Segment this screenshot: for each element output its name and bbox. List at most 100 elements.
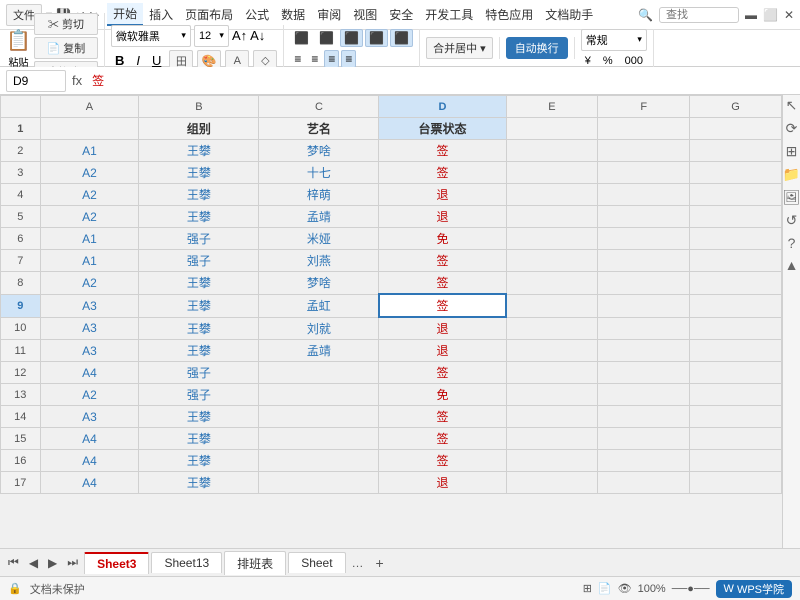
col-header-A[interactable]: A	[40, 96, 139, 118]
cell-r11-c1[interactable]: A3	[40, 340, 139, 362]
tab-data[interactable]: 数据	[275, 4, 311, 25]
cell-r2-c3[interactable]: 梦啥	[259, 140, 379, 162]
tab-start[interactable]: 开始	[107, 3, 143, 26]
currency-button[interactable]: ¥	[581, 54, 595, 68]
align-left-button[interactable]: ≡	[290, 50, 305, 68]
cell-r16-c3[interactable]	[259, 450, 379, 472]
cell-r12-c5[interactable]	[506, 362, 598, 384]
wps-badge[interactable]: W WPS学院	[716, 580, 792, 598]
zoom-slider[interactable]: ──●──	[672, 583, 710, 595]
cell-r6-c3[interactable]: 米娅	[259, 228, 379, 250]
tab-security[interactable]: 安全	[383, 4, 419, 25]
cell-r11-c7[interactable]	[690, 340, 782, 362]
cell-r8-c3[interactable]: 梦啥	[259, 272, 379, 295]
cell-r14-c2[interactable]: 王攀	[139, 406, 259, 428]
cell-r3-c5[interactable]	[506, 162, 598, 184]
tab-assistant[interactable]: 文档助手	[539, 4, 599, 25]
view-normal-icon[interactable]: ⊞	[583, 582, 592, 595]
cell-r8-c6[interactable]	[598, 272, 690, 295]
cell-r7-c4[interactable]: 签	[379, 250, 506, 272]
tab-view[interactable]: 视图	[347, 4, 383, 25]
cell-r9-c2[interactable]: 王攀	[139, 294, 259, 317]
cell-r4-c5[interactable]	[506, 184, 598, 206]
col-header-E[interactable]: E	[506, 96, 598, 118]
tab-insert[interactable]: 插入	[143, 4, 179, 25]
align-right-button[interactable]: ≡	[324, 50, 339, 68]
cell-r2-c1[interactable]: A1	[40, 140, 139, 162]
cell-r12-c2[interactable]: 强子	[139, 362, 259, 384]
tab-prev-button[interactable]: ◀	[25, 554, 42, 572]
cell-r4-c4[interactable]: 退	[379, 184, 506, 206]
col-header-F[interactable]: F	[598, 96, 690, 118]
cell-r7-c7[interactable]	[690, 250, 782, 272]
align-bottom-button[interactable]: ⬛	[390, 29, 413, 47]
cut-button[interactable]: ✂ 剪切	[34, 13, 98, 35]
cell-r12-c4[interactable]: 签	[379, 362, 506, 384]
sheet-tab-sheet[interactable]: Sheet	[288, 552, 345, 573]
cell-r2-c5[interactable]	[506, 140, 598, 162]
cell-r13-c5[interactable]	[506, 384, 598, 406]
maximize-icon[interactable]: ⬜	[763, 8, 778, 22]
cell-r17-c7[interactable]	[690, 472, 782, 494]
close-icon[interactable]: ✕	[784, 8, 794, 22]
cell-r15-c2[interactable]: 王攀	[139, 428, 259, 450]
cell-r2-c2[interactable]: 王攀	[139, 140, 259, 162]
cell-r17-c2[interactable]: 王攀	[139, 472, 259, 494]
cell-r11-c6[interactable]	[598, 340, 690, 362]
col-header-B[interactable]: B	[139, 96, 259, 118]
cell-r7-c6[interactable]	[598, 250, 690, 272]
col-header-G[interactable]: G	[690, 96, 782, 118]
align-top-right-button[interactable]: ⬛	[340, 29, 363, 47]
cell-r8-c5[interactable]	[506, 272, 598, 295]
tab-devtools[interactable]: 开发工具	[419, 4, 479, 25]
cell-r16-c2[interactable]: 王攀	[139, 450, 259, 472]
sheet-tab-sheet13[interactable]: Sheet13	[151, 552, 222, 573]
font-decrease-icon[interactable]: A↓	[250, 28, 265, 43]
cell-r11-c2[interactable]: 王攀	[139, 340, 259, 362]
cell-r17-c1[interactable]: A4	[40, 472, 139, 494]
percent-button[interactable]: %	[599, 54, 617, 68]
cell-r5-c5[interactable]	[506, 206, 598, 228]
cell-r3-c7[interactable]	[690, 162, 782, 184]
cell-r13-c3[interactable]	[259, 384, 379, 406]
cell-r11-c5[interactable]	[506, 340, 598, 362]
align-middle-button[interactable]: ⬛	[365, 29, 388, 47]
cell-r9-c1[interactable]: A3	[40, 294, 139, 317]
cell-r6-c7[interactable]	[690, 228, 782, 250]
cell-r4-c6[interactable]	[598, 184, 690, 206]
cell-r12-c7[interactable]	[690, 362, 782, 384]
cell-r6-c6[interactable]	[598, 228, 690, 250]
number-format-dropdown[interactable]: 常规 ▾	[581, 29, 647, 51]
thousand-button[interactable]: 000	[621, 54, 647, 68]
cell-r13-c2[interactable]: 强子	[139, 384, 259, 406]
view-preview-icon[interactable]: 👁	[618, 582, 632, 595]
cell-r1-c6[interactable]	[598, 118, 690, 140]
cell-r9-c5[interactable]	[506, 294, 598, 317]
cell-r10-c7[interactable]	[690, 317, 782, 340]
auto-wrap-button[interactable]: 自动换行	[506, 37, 568, 59]
tab-features[interactable]: 特色应用	[479, 4, 539, 25]
cell-r10-c1[interactable]: A3	[40, 317, 139, 340]
cell-r16-c7[interactable]	[690, 450, 782, 472]
cell-r2-c7[interactable]	[690, 140, 782, 162]
font-size-dropdown[interactable]: 12 ▾	[194, 25, 229, 47]
cell-r7-c3[interactable]: 刘燕	[259, 250, 379, 272]
copy-button[interactable]: 📄 复制	[34, 37, 98, 59]
cell-r17-c4[interactable]: 退	[379, 472, 506, 494]
cell-r14-c7[interactable]	[690, 406, 782, 428]
cell-r4-c2[interactable]: 王攀	[139, 184, 259, 206]
tab-first-button[interactable]: ⏮	[4, 553, 23, 572]
cell-r6-c4[interactable]: 免	[379, 228, 506, 250]
cell-r15-c7[interactable]	[690, 428, 782, 450]
tab-last-button[interactable]: ⏭	[63, 553, 82, 572]
add-sheet-button[interactable]: +	[370, 553, 390, 573]
cell-r3-c3[interactable]: 十七	[259, 162, 379, 184]
cell-r10-c5[interactable]	[506, 317, 598, 340]
justify-button[interactable]: ≡	[341, 50, 356, 68]
search-input[interactable]	[659, 7, 739, 23]
cell-r7-c1[interactable]: A1	[40, 250, 139, 272]
cell-r8-c4[interactable]: 签	[379, 272, 506, 295]
cell-r6-c1[interactable]: A1	[40, 228, 139, 250]
cell-r3-c4[interactable]: 签	[379, 162, 506, 184]
cell-r13-c6[interactable]	[598, 384, 690, 406]
